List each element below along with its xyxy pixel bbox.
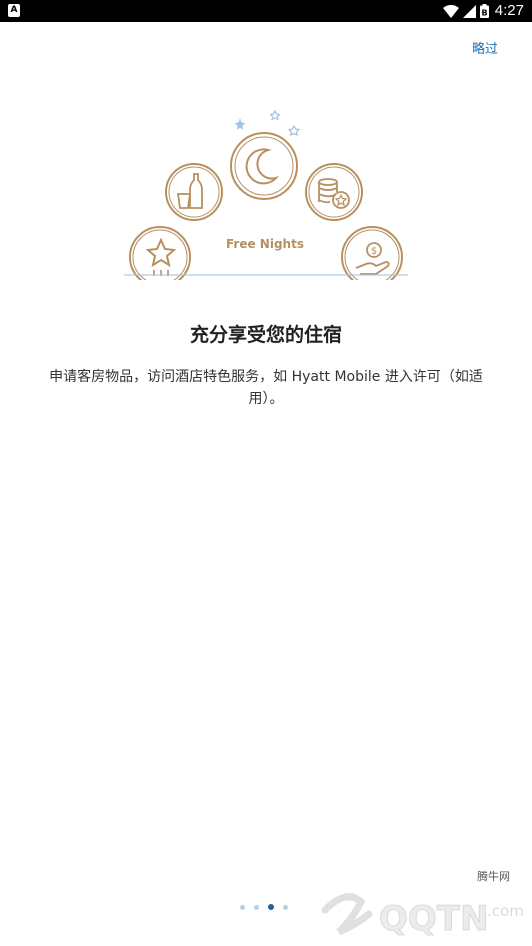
moon-circle [230,132,298,200]
watermark-cn-label: 腾牛网 [477,870,510,883]
free-nights-label: Free Nights [226,237,304,251]
page-description: 申请客房物品，访问酒店特色服务，如 Hyatt Mobile 进入许可（如适用）… [49,369,483,407]
page-dot-3-active[interactable] [268,904,274,910]
illustration-svg: $ Free Nights [124,109,408,288]
bottles-circle [165,163,223,221]
status-bar: A B 4:27 [0,0,532,22]
moon-icon [245,148,280,185]
battery-icon: B [479,4,489,18]
status-icons: B 4:27 [442,0,524,22]
signal-icon [462,4,476,18]
sparkle-stars [234,109,301,137]
page-dot-2[interactable] [254,904,259,910]
page-dot-1[interactable] [240,904,245,910]
watermark-domain: .com [487,902,524,920]
app-notification-icon: A [8,4,20,17]
svg-text:$: $ [371,246,377,257]
coins-circle [305,163,363,221]
star-circle [129,226,191,288]
qqtn-watermark: 腾牛网 QQTN .com [317,866,532,946]
clock: 4:27 [494,2,524,19]
page-dot-4[interactable] [283,904,288,910]
skip-button[interactable]: 略过 [472,42,498,58]
watermark-brand: QQTN [379,899,488,939]
bottle-icon [176,173,203,209]
wifi-icon [442,4,459,18]
money-hand-icon: $ [355,242,390,275]
star-outline-icon [145,237,177,276]
coins-icon [318,178,350,209]
free-nights-illustration: $ Free Nights [124,104,408,288]
page-indicator [240,904,288,910]
page-title: 充分享受您的住宿 [189,324,342,346]
battery-charging-label: B [481,9,487,18]
